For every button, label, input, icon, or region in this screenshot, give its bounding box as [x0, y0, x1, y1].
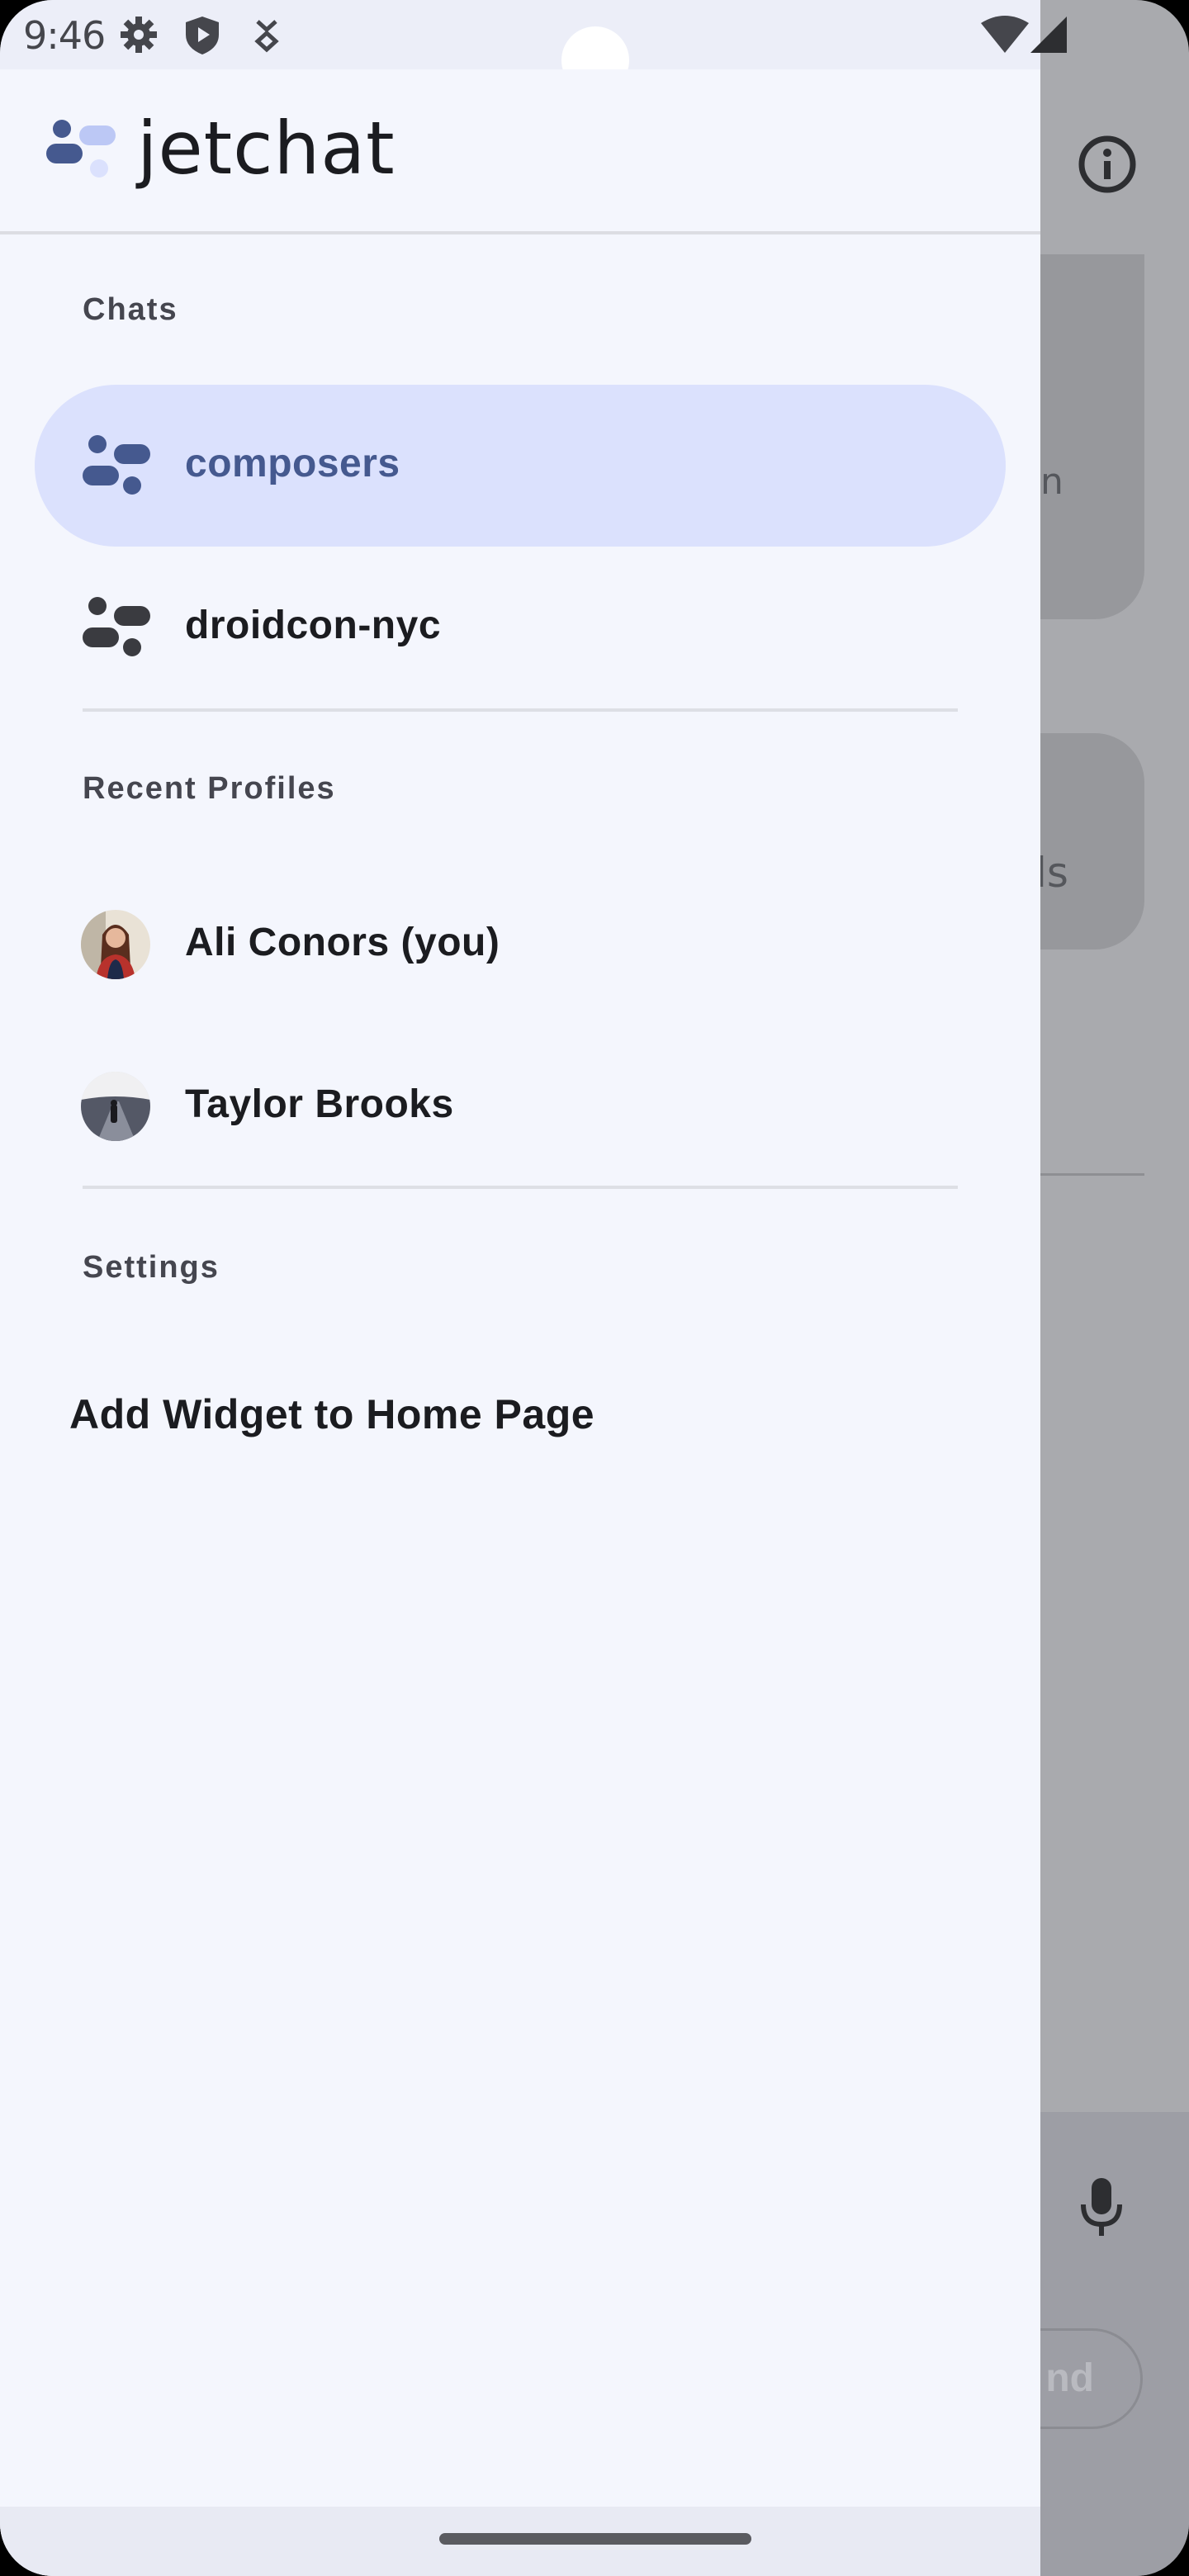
- jetchat-logo-icon: [45, 117, 117, 183]
- add-widget-button[interactable]: Add Widget to Home Page: [69, 1390, 594, 1438]
- shield-play-icon: [183, 15, 221, 60]
- info-icon[interactable]: [1077, 134, 1138, 195]
- section-divider: [83, 1186, 958, 1189]
- section-divider: [83, 708, 958, 712]
- header-divider: [0, 231, 1040, 234]
- profile-item-label: Ali Conors (you): [185, 921, 500, 964]
- section-title-chats: Chats: [83, 292, 178, 327]
- chat-item-label: composers: [185, 442, 400, 485]
- chat-item-droidcon-nyc[interactable]: droidcon-nyc: [35, 547, 1006, 708]
- microphone-icon[interactable]: [1077, 2175, 1126, 2241]
- chat-item-composers[interactable]: composers: [35, 385, 1006, 547]
- wifi-icon: [979, 15, 1030, 59]
- tethering-icon: [253, 15, 281, 59]
- section-title-recent-profiles: Recent Profiles: [83, 771, 336, 806]
- home-gesture-handle[interactable]: [439, 2533, 751, 2545]
- send-label: nd: [1045, 2356, 1094, 2400]
- app-name: jetchat: [137, 106, 396, 191]
- navigation-drawer: jetchat Chats composers droidcon-nyc Rec…: [0, 69, 1040, 2576]
- profile-item-taylor-brooks[interactable]: Taylor Brooks: [35, 1025, 1006, 1187]
- status-bar: 9:46: [0, 0, 1040, 94]
- settings-icon: [119, 15, 159, 59]
- signal-icon: [1029, 15, 1068, 59]
- chat-item-label: droidcon-nyc: [185, 604, 442, 647]
- avatar: [81, 910, 150, 979]
- avatar: [81, 1072, 150, 1141]
- channel-icon: [81, 434, 150, 497]
- profile-item-ali-conors[interactable]: Ali Conors (you): [35, 864, 1006, 1025]
- channel-icon: [81, 596, 150, 659]
- message-fragment: n: [1040, 461, 1063, 503]
- section-title-settings: Settings: [83, 1250, 220, 1285]
- device-screen: n ls nd 9:46 jetchat Chats composers dro…: [0, 0, 1189, 2576]
- profile-item-label: Taylor Brooks: [185, 1082, 454, 1126]
- status-time: 9:46: [23, 13, 106, 58]
- drawer-header: jetchat: [0, 69, 1040, 234]
